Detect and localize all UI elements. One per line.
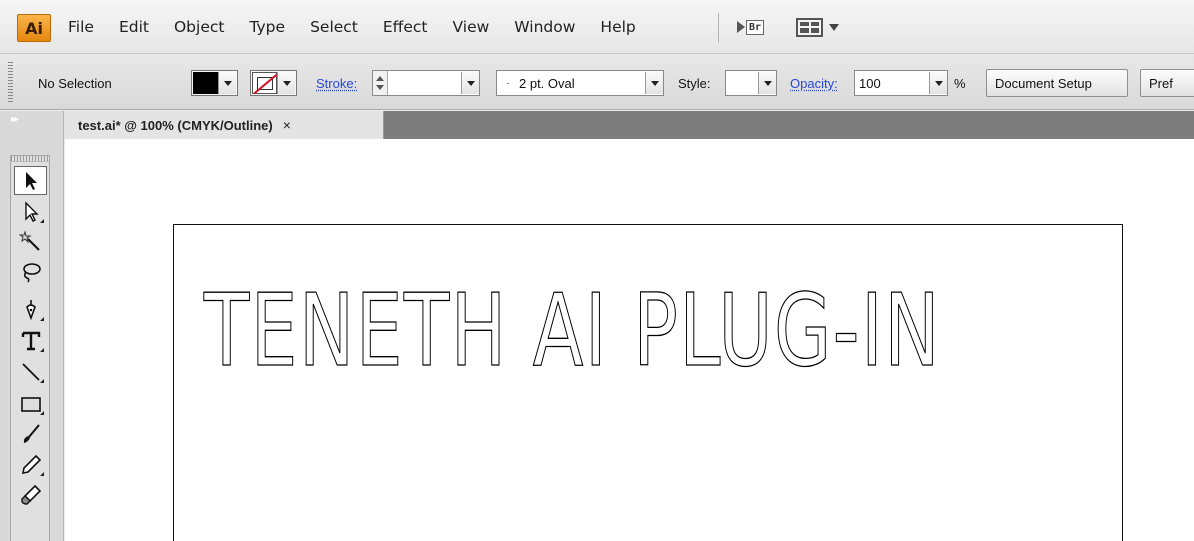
menu-effect[interactable]: Effect bbox=[383, 18, 428, 36]
document-tab[interactable]: test.ai* @ 100% (CMYK/Outline) × bbox=[64, 111, 384, 139]
chevron-down-icon bbox=[277, 72, 295, 94]
line-segment-tool-icon[interactable] bbox=[14, 357, 47, 386]
menu-view[interactable]: View bbox=[453, 18, 490, 36]
close-icon[interactable]: × bbox=[283, 117, 291, 133]
artboard[interactable]: TENETH AI PLUG-IN bbox=[173, 224, 1123, 541]
document-tab-title: test.ai* @ 100% (CMYK/Outline) bbox=[78, 117, 273, 133]
menu-object[interactable]: Object bbox=[174, 18, 224, 36]
panel-grip-icon[interactable] bbox=[8, 62, 13, 102]
opacity-value[interactable]: 100 bbox=[855, 76, 929, 91]
brush-definition-dropdown[interactable]: · 2 pt. Oval bbox=[496, 70, 664, 96]
percent-sign: % bbox=[954, 76, 966, 91]
expand-panels-icon[interactable]: ▸▸ bbox=[11, 114, 19, 125]
document-setup-button[interactable]: Document Setup bbox=[986, 69, 1128, 97]
pencil-tool-icon[interactable] bbox=[14, 450, 47, 479]
app-logo: Ai bbox=[17, 14, 51, 42]
canvas-area[interactable]: TENETH AI PLUG-IN bbox=[65, 139, 1194, 541]
menu-window[interactable]: Window bbox=[514, 18, 575, 36]
stroke-spinner-icon[interactable] bbox=[373, 71, 388, 95]
direct-selection-tool-icon[interactable] bbox=[14, 197, 47, 226]
bridge-icon: Br bbox=[746, 19, 765, 35]
play-arrow-icon bbox=[737, 21, 745, 33]
opacity-field[interactable]: 100 bbox=[854, 70, 948, 96]
opacity-label[interactable]: Opacity: bbox=[790, 76, 838, 91]
chevron-down-icon bbox=[829, 23, 839, 31]
stroke-none-icon bbox=[252, 72, 277, 94]
menu-items: File Edit Object Type Select Effect View… bbox=[68, 0, 661, 53]
chevron-down-icon[interactable] bbox=[645, 72, 663, 94]
type-tool-icon[interactable] bbox=[14, 326, 47, 355]
chevron-right-icon[interactable] bbox=[929, 72, 947, 94]
document-tab-bar: test.ai* @ 100% (CMYK/Outline) × bbox=[64, 111, 1194, 139]
menu-help[interactable]: Help bbox=[600, 18, 635, 36]
go-to-bridge-button[interactable]: Br bbox=[737, 16, 775, 38]
menu-divider bbox=[718, 13, 719, 43]
menu-edit[interactable]: Edit bbox=[119, 18, 149, 36]
fill-swatch bbox=[193, 72, 218, 94]
brush-value: 2 pt. Oval bbox=[519, 75, 575, 91]
chevron-down-icon[interactable] bbox=[758, 72, 776, 94]
style-label: Style: bbox=[678, 76, 711, 91]
chevron-down-icon bbox=[218, 72, 236, 94]
pen-tool-icon[interactable] bbox=[14, 295, 47, 324]
selection-status: No Selection bbox=[38, 76, 112, 91]
panel-grip-icon[interactable] bbox=[11, 156, 49, 162]
graphic-style-dropdown[interactable] bbox=[725, 70, 777, 96]
blob-brush-tool-icon[interactable] bbox=[14, 480, 47, 509]
menu-file[interactable]: File bbox=[68, 18, 94, 36]
menu-bar: Ai File Edit Object Type Select Effect V… bbox=[0, 0, 1194, 53]
paintbrush-tool-icon[interactable] bbox=[14, 419, 47, 448]
tools-panel bbox=[10, 155, 50, 541]
rectangle-tool-icon[interactable] bbox=[14, 389, 47, 418]
preferences-button[interactable]: Pref bbox=[1140, 69, 1194, 97]
stroke-color-dropdown[interactable] bbox=[250, 70, 297, 96]
fill-color-dropdown[interactable] bbox=[191, 70, 238, 96]
outlined-text-object[interactable]: TENETH AI PLUG-IN bbox=[204, 280, 941, 381]
selection-tool-icon[interactable] bbox=[14, 166, 47, 195]
magic-wand-tool-icon[interactable] bbox=[14, 227, 47, 256]
stroke-weight-field[interactable] bbox=[372, 70, 480, 96]
chevron-down-icon[interactable] bbox=[461, 72, 479, 94]
arrange-grid-icon bbox=[796, 17, 823, 37]
brush-dot-icon: · bbox=[506, 77, 510, 89]
control-bar: No Selection Stroke: · 2 pt. Oval Style:… bbox=[0, 53, 1194, 110]
menu-select[interactable]: Select bbox=[310, 18, 358, 36]
menu-type[interactable]: Type bbox=[249, 18, 285, 36]
stroke-label[interactable]: Stroke: bbox=[316, 76, 357, 91]
arrange-documents-button[interactable] bbox=[796, 16, 858, 38]
lasso-tool-icon[interactable] bbox=[14, 257, 47, 286]
